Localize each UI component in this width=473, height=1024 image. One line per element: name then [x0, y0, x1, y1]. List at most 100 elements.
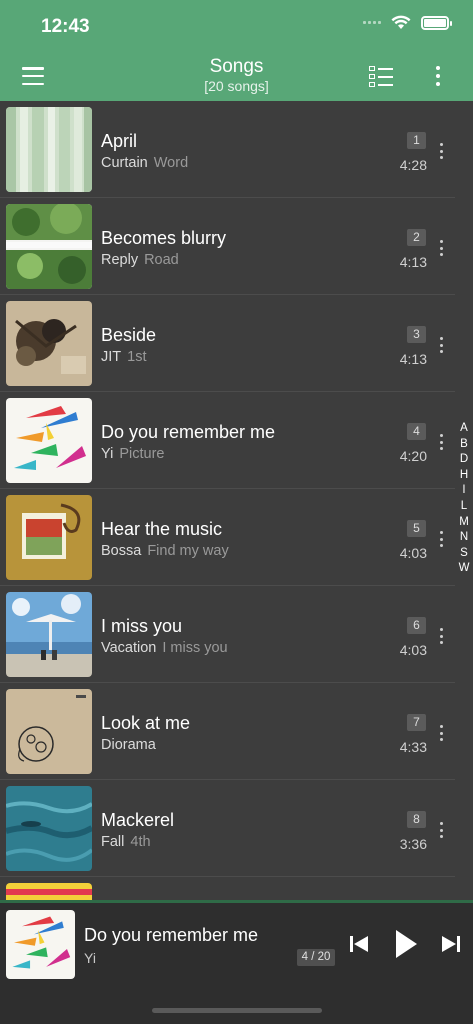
- song-row[interactable]: Mackerel Fall 4th 8 3:36: [0, 780, 455, 877]
- song-artist: Curtain: [101, 155, 148, 171]
- song-count: [20 songs]: [204, 78, 269, 94]
- track-number-badge: 1: [407, 132, 426, 149]
- alpha-index-letter[interactable]: M: [459, 515, 469, 531]
- alpha-index-letter[interactable]: H: [460, 468, 468, 484]
- song-meta: Fall 4th: [101, 834, 151, 850]
- song-title: Do you remember me: [101, 422, 276, 442]
- skip-previous-icon[interactable]: [348, 933, 370, 955]
- album-art: [6, 301, 92, 386]
- now-playing-album-art[interactable]: [6, 910, 75, 979]
- album-art: [6, 398, 92, 483]
- alpha-index-letter[interactable]: I: [462, 483, 465, 499]
- skip-next-icon[interactable]: [440, 933, 462, 955]
- list-view-icon[interactable]: [369, 65, 393, 87]
- song-options-icon[interactable]: [438, 337, 444, 353]
- song-duration: 4:03: [399, 642, 427, 658]
- song-duration: 4:20: [399, 448, 427, 464]
- song-row[interactable]: Look at me Diorama 7 4:33: [0, 683, 455, 780]
- song-meta: Bossa Find my way: [101, 543, 229, 559]
- album-art: [6, 592, 92, 677]
- status-icons: [363, 15, 452, 30]
- track-number-badge: 3: [407, 326, 426, 343]
- song-album: 4th: [130, 834, 151, 850]
- song-row[interactable]: April Curtain Word 1 4:28: [0, 101, 455, 198]
- song-meta: Vacation I miss you: [101, 640, 228, 656]
- song-row[interactable]: Hear the music Bossa Find my way 5 4:03: [0, 489, 455, 586]
- song-duration: 4:13: [399, 254, 427, 270]
- song-row[interactable]: Do you remember me Yi Picture 4 4:20: [0, 392, 455, 489]
- queue-position-badge: 4 / 20: [297, 949, 335, 966]
- track-number-badge: 2: [407, 229, 426, 246]
- song-title: Becomes blurry: [101, 228, 227, 248]
- song-options-icon[interactable]: [438, 725, 444, 741]
- song-artist: Reply: [101, 252, 139, 268]
- track-number-badge: 7: [407, 714, 426, 731]
- status-time: 12:43: [41, 16, 90, 37]
- home-indicator[interactable]: [152, 1008, 322, 1013]
- song-options-icon[interactable]: [438, 240, 444, 256]
- alphabet-index[interactable]: A B D H I L M N S W: [455, 421, 473, 577]
- cellular-signal-icon: [363, 21, 381, 24]
- song-options-icon[interactable]: [438, 531, 444, 547]
- now-playing-artist: Yi: [84, 950, 96, 966]
- song-meta: Yi Picture: [101, 446, 165, 462]
- alpha-index-letter[interactable]: B: [460, 437, 468, 453]
- song-artist: Vacation: [101, 640, 157, 656]
- wifi-icon: [391, 15, 411, 29]
- song-title: Mackerel: [101, 810, 175, 830]
- track-number-badge: 6: [407, 617, 426, 634]
- song-album: 1st: [127, 349, 147, 365]
- album-art: [6, 495, 92, 580]
- song-title: April: [101, 131, 138, 151]
- album-art: [6, 786, 92, 871]
- alpha-index-letter[interactable]: W: [459, 561, 470, 577]
- song-list[interactable]: April Curtain Word 1 4:28 Becomes blurry…: [0, 101, 473, 903]
- alpha-index-letter[interactable]: D: [460, 452, 468, 468]
- song-meta: JIT 1st: [101, 349, 146, 365]
- song-meta: Curtain Word: [101, 155, 188, 171]
- song-title: I miss you: [101, 616, 183, 636]
- header-titles: Songs [20 songs]: [0, 56, 473, 94]
- page-title: Songs: [209, 56, 264, 77]
- battery-icon: [421, 15, 452, 30]
- album-art: [6, 107, 92, 192]
- song-album: I miss you: [162, 640, 228, 656]
- track-number-badge: 8: [407, 811, 426, 828]
- song-row[interactable]: Becomes blurry Reply Road 2 4:13: [0, 198, 455, 295]
- now-playing-title: Do you remember me: [84, 925, 259, 945]
- more-vertical-icon[interactable]: [430, 66, 446, 86]
- song-options-icon[interactable]: [438, 434, 444, 450]
- song-album: Picture: [119, 446, 165, 462]
- alpha-index-letter[interactable]: A: [460, 421, 468, 437]
- song-title: Look at me: [101, 713, 191, 733]
- song-duration: 3:36: [399, 836, 427, 852]
- song-artist: Yi: [101, 446, 114, 462]
- album-art: [6, 204, 92, 289]
- song-title: Hear the music: [101, 519, 223, 539]
- song-artist: Bossa: [101, 543, 142, 559]
- song-options-icon[interactable]: [438, 143, 444, 159]
- song-duration: 4:28: [399, 157, 427, 173]
- album-art: [6, 689, 92, 774]
- song-artist: JIT: [101, 349, 122, 365]
- song-title: Beside: [101, 325, 157, 345]
- alpha-index-letter[interactable]: S: [460, 546, 468, 562]
- alpha-index-letter[interactable]: L: [461, 499, 467, 515]
- track-number-badge: 4: [407, 423, 426, 440]
- play-icon[interactable]: [393, 928, 419, 960]
- song-artist: Diorama: [101, 737, 156, 753]
- music-app: 12:43 Songs [20 songs] April Curtain Wor…: [0, 0, 473, 1024]
- song-row[interactable]: Beside JIT 1st 3 4:13: [0, 295, 455, 392]
- song-options-icon[interactable]: [438, 822, 444, 838]
- song-artist: Fall: [101, 834, 125, 850]
- track-number-badge: 5: [407, 520, 426, 537]
- song-row[interactable]: I miss you Vacation I miss you 6 4:03: [0, 586, 455, 683]
- alpha-index-letter[interactable]: N: [460, 530, 468, 546]
- song-meta: Diorama: [101, 737, 162, 753]
- song-options-icon[interactable]: [438, 628, 444, 644]
- song-duration: 4:03: [399, 545, 427, 561]
- song-album: Word: [153, 155, 189, 171]
- song-album: Road: [144, 252, 179, 268]
- song-meta: Reply Road: [101, 252, 179, 268]
- now-playing-bar[interactable]: Do you remember me Yi 4 / 20: [0, 903, 473, 1024]
